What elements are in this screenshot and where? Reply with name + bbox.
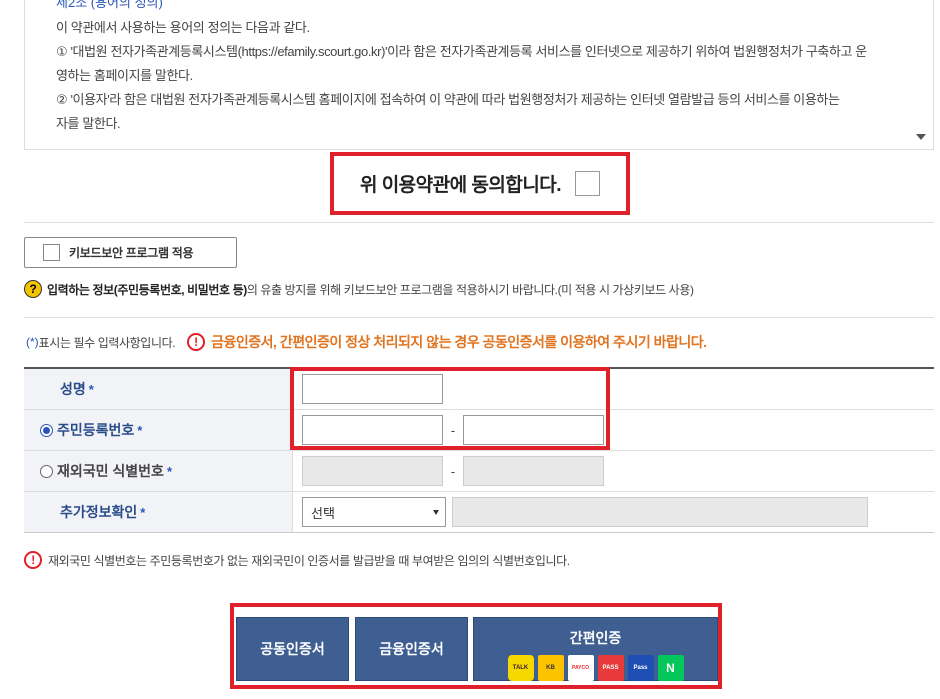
extra-info-label-cell: 추가정보확인 * xyxy=(24,492,293,532)
rrn-label: 주민등록번호 xyxy=(57,422,135,438)
foreign-id-note-text: 재외국민 식별번호는 주민등록번호가 없는 재외국민이 인증서를 발급받을 때 … xyxy=(48,553,570,568)
keyboard-security-button[interactable]: 키보드보안 프로그램 적용 xyxy=(24,237,237,268)
required-star: * xyxy=(88,381,94,397)
keyboard-security-label: 키보드보안 프로그램 적용 xyxy=(69,246,194,260)
divider xyxy=(24,222,934,223)
form-row-foreign-id: 재외국민 식별번호 * - xyxy=(24,451,934,492)
rrn-radio[interactable] xyxy=(40,423,53,437)
form-row-extra-info: 추가정보확인 * 선택 xyxy=(24,492,934,533)
form-row-rrn: 주민등록번호 * - xyxy=(24,410,934,451)
keyboard-security-checkbox[interactable] xyxy=(43,244,60,261)
terms-line: ② '이용자'라 함은 대법원 전자가족관계등록시스템 홈페이지에 접속하여 이… xyxy=(56,92,840,107)
terms-line: ① '대법원 전자가족관계등록시스템(https://efamily.scour… xyxy=(56,44,867,59)
bank-pass-logo-icon: Pass xyxy=(627,655,654,681)
note-prefix: 입력하는 정보 xyxy=(47,282,114,297)
auth-buttons-highlight-box: 공동인증서 금융인증서 간편인증 TALK KB PAYCO PASS Pass… xyxy=(230,603,722,689)
financial-cert-button[interactable]: 금융인증서 xyxy=(355,617,468,681)
foreign-id-back-input xyxy=(463,456,604,486)
financial-cert-label: 금융인증서 xyxy=(379,641,444,657)
payco-logo-icon: PAYCO xyxy=(567,655,594,681)
agree-highlight-box: 위 이용약관에 동의합니다. xyxy=(330,152,630,215)
required-notice: (*) 표시는 필수 입력사항입니다. ! 금융인증서, 간편인증이 정상 처리… xyxy=(26,332,707,352)
kakaotalk-logo-icon: TALK xyxy=(507,655,534,681)
foreign-id-radio[interactable] xyxy=(40,464,53,478)
keyboard-security-note: ? 입력하는 정보 (주민등록번호, 비밀번호 등) 의 유출 방지를 위해 키… xyxy=(24,280,694,298)
foreign-id-note: ! 재외국민 식별번호는 주민등록번호가 없는 재외국민이 인증서를 발급받을 … xyxy=(24,551,570,569)
identity-form: 성명 * 주민등록번호 * - 재외국민 식별번호 * - 추가정보확인 * 선… xyxy=(24,367,934,533)
pass-logo-icon: PASS xyxy=(597,655,624,681)
name-input[interactable] xyxy=(302,374,443,404)
name-label: 성명 xyxy=(60,381,86,397)
rrn-front-input[interactable] xyxy=(302,415,443,445)
question-icon: ? xyxy=(24,280,42,298)
extra-info-input xyxy=(452,497,868,527)
scroll-down-arrow-icon[interactable] xyxy=(916,134,926,140)
extra-info-label: 추가정보확인 xyxy=(60,504,138,520)
terms-line: 영하는 홈페이지를 말한다. xyxy=(56,68,193,83)
required-text: 표시는 필수 입력사항입니다. xyxy=(38,335,176,350)
form-row-name: 성명 * xyxy=(24,369,934,410)
required-star: * xyxy=(166,463,172,479)
easy-auth-button[interactable]: 간편인증 TALK KB PAYCO PASS Pass N xyxy=(473,617,718,681)
dash-separator: - xyxy=(450,422,456,438)
foreign-id-label: 재외국민 식별번호 xyxy=(57,463,164,479)
cert-warning-text: 금융인증서, 간편인증이 정상 처리되지 않는 경우 공동인증서를 이용하여 주… xyxy=(211,334,707,350)
exclamation-icon: ! xyxy=(187,333,206,351)
select-value: 선택 xyxy=(311,505,335,521)
note-suffix: 의 유출 방지를 위해 키보드보안 프로그램을 적용하시기 바랍니다.(미 적용… xyxy=(246,282,694,297)
required-star: * xyxy=(137,422,143,438)
terms-article-title: 제2조 (용어의 정의) xyxy=(56,0,163,10)
exclamation-icon: ! xyxy=(24,551,42,569)
divider xyxy=(24,317,934,318)
terms-line: 이 약관에서 사용하는 용어의 정의는 다음과 같다. xyxy=(56,20,310,35)
naver-logo-icon: N xyxy=(657,655,684,681)
agree-label: 위 이용약관에 동의합니다. xyxy=(359,175,562,196)
easy-auth-label: 간편인증 xyxy=(569,630,622,646)
chevron-down-icon xyxy=(433,509,439,515)
easy-auth-logos: TALK KB PAYCO PASS Pass N xyxy=(506,655,686,681)
required-star: * xyxy=(140,504,146,520)
name-label-cell: 성명 * xyxy=(24,369,293,409)
note-bold: (주민등록번호, 비밀번호 등) xyxy=(113,282,247,297)
agree-checkbox[interactable] xyxy=(575,171,601,196)
foreign-id-front-input xyxy=(302,456,443,486)
foreign-id-label-cell: 재외국민 식별번호 * xyxy=(24,451,293,491)
rrn-back-input[interactable] xyxy=(463,415,604,445)
joint-cert-label: 공동인증서 xyxy=(260,641,325,657)
terms-line: 자를 말한다. xyxy=(56,116,121,131)
rrn-label-cell: 주민등록번호 * xyxy=(24,410,293,450)
kb-logo-icon: KB xyxy=(537,655,564,681)
required-star: (*) xyxy=(26,335,39,349)
terms-box[interactable]: 제2조 (용어의 정의) 이 약관에서 사용하는 용어의 정의는 다음과 같다.… xyxy=(24,0,934,150)
joint-cert-button[interactable]: 공동인증서 xyxy=(236,617,349,681)
extra-info-select[interactable]: 선택 xyxy=(302,497,446,527)
dash-separator: - xyxy=(450,463,456,479)
